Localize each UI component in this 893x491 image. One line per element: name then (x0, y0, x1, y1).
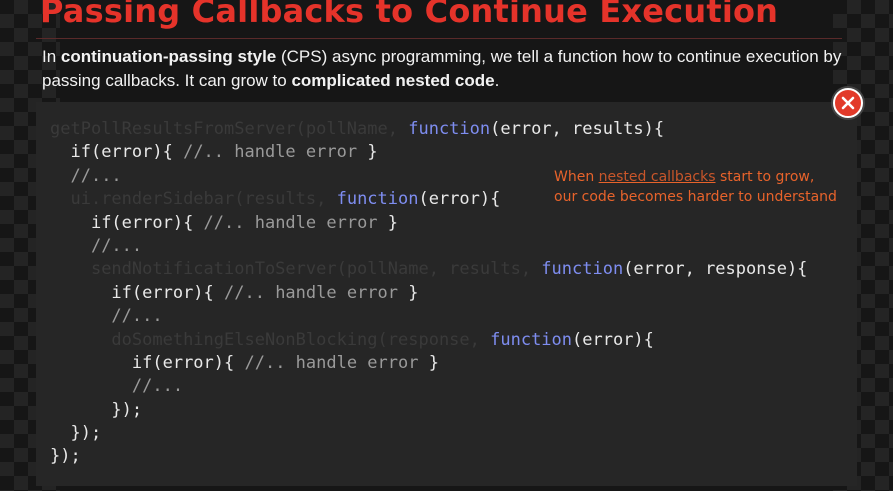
annotation-text: When (554, 169, 599, 185)
annotation-underlined-text: nested callbacks (598, 169, 716, 185)
code-text: if(error){ (111, 282, 225, 303)
code-comment: //... (70, 165, 122, 186)
code-text: if(error){ (131, 352, 245, 373)
code-keyword: function (490, 329, 573, 350)
intro-bold-2: complicated nested code (291, 71, 495, 90)
code-text: } (418, 352, 439, 373)
code-dim: getPollResultsFromServer(pollName, (50, 119, 409, 139)
code-line: //... (50, 305, 807, 328)
code-text: (error, response){ (623, 259, 808, 280)
code-line: getPollResultsFromServer(pollName, funct… (50, 118, 807, 141)
code-text: if(error){ (70, 142, 184, 163)
code-comment: //.. handle error (203, 212, 378, 233)
code-dim: sendNotificationToServer(pollName, resul… (90, 259, 542, 280)
code-line: if(error){ //.. handle error } (50, 282, 807, 305)
nested-callbacks-annotation: When nested callbacks start to grow, our… (554, 167, 837, 207)
title-divider (36, 38, 842, 39)
annotation-line-2: our code becomes harder to understand (554, 189, 837, 205)
code-line: sendNotificationToServer(pollName, resul… (50, 258, 807, 281)
code-text: (error, results){ (490, 119, 665, 139)
intro-paragraph: In continuation-passing style (CPS) asyn… (42, 45, 842, 93)
code-keyword: function (541, 259, 624, 280)
code-line: if(error){ //.. handle error } (50, 212, 807, 235)
code-line: //... (50, 375, 807, 398)
code-line: }); (50, 422, 807, 445)
code-text: (error){ (572, 329, 654, 350)
code-comment: //... (131, 376, 184, 397)
close-icon (841, 96, 855, 110)
code-text: }); (50, 446, 81, 467)
code-text: }); (111, 399, 143, 420)
code-text: } (377, 212, 399, 233)
code-dim: ui.renderSidebar(results, (70, 189, 337, 210)
code-text: (error){ (418, 189, 501, 210)
code-dim: doSomethingElseNonBlocking(response, (111, 329, 491, 350)
code-panel: getPollResultsFromServer(pollName, funct… (36, 102, 857, 486)
code-comment: //... (90, 235, 143, 256)
code-comment: //.. handle error (244, 352, 419, 373)
annotation-text: start to grow, (715, 169, 815, 185)
code-line: //... (50, 235, 807, 258)
intro-bold-1: continuation-passing style (60, 47, 277, 66)
code-comment: //... (111, 306, 163, 327)
close-button[interactable] (833, 88, 863, 118)
code-line: }); (50, 445, 807, 468)
code-line: if(error){ //.. handle error } (50, 352, 807, 375)
code-keyword: function (336, 189, 419, 210)
intro-text-1: In (42, 47, 61, 66)
code-text: }); (70, 423, 102, 444)
slide-title: Passing Callbacks to Continue Execution (40, 0, 779, 30)
code-text: if(error){ (90, 212, 204, 233)
code-keyword: function (408, 119, 491, 139)
intro-text-3: . (494, 71, 500, 90)
code-text: } (398, 282, 419, 303)
code-line: }); (50, 399, 807, 422)
code-line: if(error){ //.. handle error } (50, 141, 807, 164)
code-comment: //.. handle error (224, 282, 399, 303)
code-line: doSomethingElseNonBlocking(response, fun… (50, 329, 807, 352)
annotation-line-1: When nested callbacks start to grow, (554, 167, 837, 187)
code-text: } (357, 142, 378, 163)
code-comment: //.. handle error (183, 142, 358, 163)
